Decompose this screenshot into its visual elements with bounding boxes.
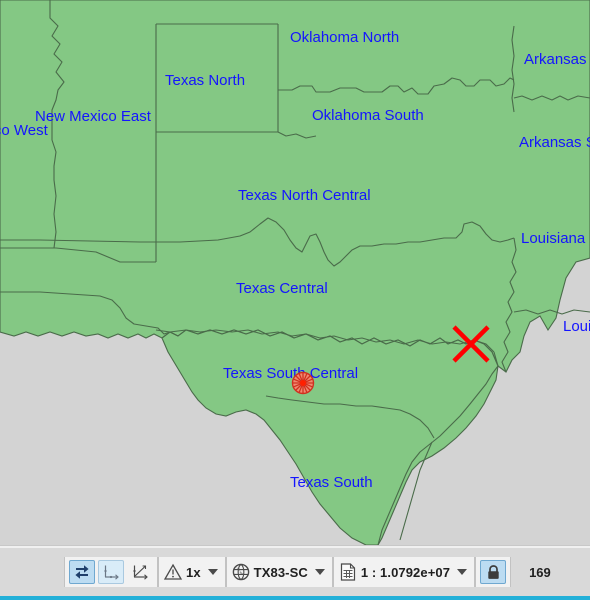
crs-selector-group[interactable]: TX83-SC: [225, 557, 333, 587]
zone-label-texas-north-central: Texas North Central: [238, 187, 371, 204]
scale-label: 1 : 1.0792e+07: [360, 564, 451, 580]
warning-triangle-icon: [163, 563, 183, 580]
padlock-icon: [487, 564, 499, 579]
messages-count-label: 1x: [186, 564, 201, 580]
chevron-down-icon[interactable]: [457, 569, 468, 575]
measure-angle-button[interactable]: [127, 560, 153, 584]
messages-group[interactable]: 1x: [158, 557, 226, 587]
globe-icon: [232, 563, 249, 581]
scale-lock-button[interactable]: [480, 560, 507, 584]
measure-tools-group: [64, 557, 158, 587]
gis-application-window: Oklahoma North Texas North Arkansas Nort…: [0, 0, 590, 600]
status-bar-left-spacer: [6, 572, 64, 573]
arrows-icon: [75, 565, 89, 579]
chevron-down-icon[interactable]: [314, 569, 325, 575]
zone-label-arkansas-north: Arkansas North: [524, 51, 590, 68]
zone-label-texas-south: Texas South: [290, 474, 373, 491]
coordinate-capture-button[interactable]: [69, 560, 95, 584]
map-vector-layer[interactable]: Oklahoma North Texas North Arkansas Nort…: [0, 0, 590, 545]
measure-line-icon: [104, 565, 119, 580]
status-bar: 1x TX83-SC 1 : 1.0792e+07 169: [0, 548, 590, 596]
zone-label-louisiana-south: Louisiana South: [563, 318, 590, 335]
crs-label: TX83-SC: [253, 564, 308, 580]
zone-label-texas-south-central: Texas South Central: [223, 365, 358, 382]
chevron-down-icon[interactable]: [207, 569, 218, 575]
zone-polygon-northern-block[interactable]: [0, 0, 590, 373]
zone-label-new-mexico-east: New Mexico East: [35, 108, 152, 125]
zone-label-new-mexico-west: New Mexico West: [0, 122, 49, 139]
zone-label-oklahoma-south: Oklahoma South: [312, 107, 424, 124]
scale-lock-group: [475, 557, 512, 587]
measure-angle-icon: [133, 565, 148, 580]
zone-label-arkansas-south: Arkansas South: [519, 134, 590, 151]
map-canvas[interactable]: Oklahoma North Texas North Arkansas Nort…: [0, 0, 590, 545]
scale-page-icon: [340, 563, 355, 581]
measure-line-button[interactable]: [98, 560, 124, 584]
window-bottom-accent: [0, 596, 590, 600]
rotation-value-label: 169: [529, 564, 551, 580]
zone-label-oklahoma-north: Oklahoma North: [290, 29, 399, 46]
scale-selector-group[interactable]: 1 : 1.0792e+07: [332, 557, 476, 587]
zone-label-texas-central: Texas Central: [236, 280, 328, 297]
sunburst-marker[interactable]: [291, 371, 315, 395]
zone-label-louisiana-north: Louisiana North: [521, 230, 590, 247]
zone-label-texas-north: Texas North: [165, 72, 245, 89]
